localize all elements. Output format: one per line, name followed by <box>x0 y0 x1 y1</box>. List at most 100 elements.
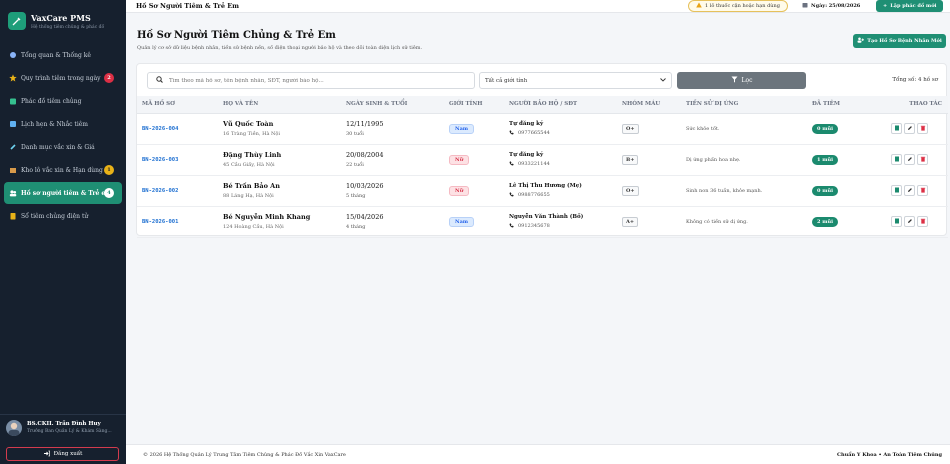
guardian-phone: 0988776655 <box>518 192 550 198</box>
column-header[interactable]: NHÓM MÁU <box>617 96 681 114</box>
blood-type: A+ <box>622 216 639 227</box>
allergy-history: Sức khỏe tốt. <box>686 125 720 132</box>
vaccination-book-button[interactable] <box>891 154 902 165</box>
table-row[interactable]: BN-2026-001 Bé Nguyễn Minh Khang 124 Hoàn… <box>137 206 948 237</box>
gender-badge: Nữ <box>449 185 470 196</box>
patient-records-card: Tất cả giới tính Lọc Tổng số: 4 hồ sơ MÃ… <box>136 63 948 238</box>
table-row[interactable]: BN-2026-004 Vũ Quốc Toàn 16 Tràng Tiền, H… <box>137 113 948 144</box>
row-actions <box>891 123 948 134</box>
dashboard-icon <box>8 51 17 60</box>
sidebar-item-e-book[interactable]: Sổ tiêm chủng điện tử <box>4 205 122 227</box>
table-row[interactable]: BN-2026-003 Đặng Thùy Linh 45 Cầu Giấy, H… <box>137 144 948 175</box>
column-header[interactable]: HỌ VÀ TÊN <box>218 96 341 114</box>
vaccination-book-button[interactable] <box>891 123 902 134</box>
patient-code[interactable]: BN-2026-001 <box>142 219 178 225</box>
user-profile[interactable]: BS.CKII. Trần Đình Huy Trưởng Ban Quản L… <box>0 414 126 440</box>
vaccination-book-button[interactable] <box>891 185 902 196</box>
add-patient-label: Tạo Hồ Sơ Bệnh Nhân Mới <box>867 38 942 44</box>
delete-button[interactable] <box>917 154 928 165</box>
current-date-text: Ngày: 25/08/2026 <box>811 3 861 9</box>
gender-badge: Nam <box>449 216 475 227</box>
edit-button[interactable] <box>904 216 915 227</box>
book-icon <box>894 125 900 133</box>
column-header[interactable]: THAO TÁC <box>886 96 948 114</box>
plus-icon: + <box>883 3 888 9</box>
row-actions <box>891 216 948 227</box>
sidebar: VaxCare PMS Hệ thống tiêm chủng & phác đ… <box>0 0 126 464</box>
edit-button[interactable] <box>904 185 915 196</box>
avatar <box>6 419 22 436</box>
vaccination-book-button[interactable] <box>891 216 902 227</box>
sidebar-item-label: Quy trình tiêm trong ngày <box>21 74 101 82</box>
table-row[interactable]: BN-2026-002 Bé Trần Bảo An 88 Láng Hạ, Hà… <box>137 175 948 206</box>
box-icon <box>8 166 17 175</box>
page-description: Quản lý cơ sở dữ liệu bệnh nhân, tiền sử… <box>137 45 423 51</box>
delete-button[interactable] <box>917 216 928 227</box>
users-icon <box>8 189 17 198</box>
blood-type: O+ <box>622 185 639 196</box>
delete-button[interactable] <box>917 185 928 196</box>
filter-button[interactable]: Lọc <box>677 72 806 89</box>
sidebar-item-patient-records[interactable]: Hồ sơ người tiêm & Trẻ em 4 <box>4 182 122 204</box>
gender-badge: Nữ <box>449 154 470 165</box>
new-schedule-label: Lập phác đồ mới <box>890 3 937 9</box>
patient-dob: 20/08/2004 <box>346 151 384 159</box>
brand-subtitle: Hệ thống tiêm chủng & phác đồ <box>31 24 105 30</box>
search-input[interactable] <box>169 77 459 84</box>
table-header-row: MÃ HỒ SƠ HỌ VÀ TÊN NGÀY SINH & TUỔI GIỚI… <box>137 96 948 114</box>
column-header[interactable]: MÃ HỒ SƠ <box>137 96 218 114</box>
doses-badge: 1 mũi <box>812 154 839 165</box>
sidebar-item-daily-process[interactable]: Quy trình tiêm trong ngày 2 <box>4 67 122 89</box>
phone-icon <box>509 129 514 137</box>
add-patient-button[interactable]: Tạo Hồ Sơ Bệnh Nhân Mới <box>853 34 946 48</box>
column-header[interactable]: NGÀY SINH & TUỔI <box>341 96 444 114</box>
count-badge: 4 <box>104 188 114 198</box>
gender-select[interactable]: Tất cả giới tính <box>479 72 672 89</box>
patient-dob: 10/03/2026 <box>346 182 384 190</box>
delete-button[interactable] <box>917 123 928 134</box>
logout-button[interactable]: Đăng xuất <box>6 447 119 461</box>
patient-name: Đặng Thùy Linh <box>223 151 282 159</box>
new-schedule-button[interactable]: + Lập phác đồ mới <box>876 0 944 12</box>
patient-address: 124 Hoàng Cầu, Hà Nội <box>223 224 284 230</box>
patient-code[interactable]: BN-2026-002 <box>142 188 178 194</box>
edit-button[interactable] <box>904 123 915 134</box>
row-actions <box>891 154 948 165</box>
column-header[interactable]: GIỚI TÍNH <box>444 96 504 114</box>
expiry-alert-pill[interactable]: 1 lô thuốc cận hoặc hạn dùng <box>688 0 788 12</box>
calendar-icon <box>802 2 808 10</box>
sidebar-item-dashboard[interactable]: Tổng quan & Thống kê <box>4 44 122 66</box>
book-icon <box>8 212 17 221</box>
patient-code[interactable]: BN-2026-004 <box>142 126 178 132</box>
brand[interactable]: VaxCare PMS Hệ thống tiêm chủng & phác đ… <box>0 0 126 34</box>
column-header[interactable]: TIỀN SỬ DỊ ỨNG <box>681 96 807 114</box>
chevron-down-icon <box>660 77 666 84</box>
edit-button[interactable] <box>904 154 915 165</box>
patient-address: 45 Cầu Giấy, Hà Nội <box>223 162 275 168</box>
doses-badge: 2 mũi <box>812 216 839 227</box>
trash-icon <box>920 156 926 164</box>
column-header[interactable]: NGƯỜI BẢO HỘ / SĐT <box>504 96 617 114</box>
sidebar-menu: Tổng quan & Thống kê Quy trình tiêm tron… <box>0 44 126 227</box>
phone-icon <box>509 160 514 168</box>
search-box[interactable] <box>147 72 475 89</box>
column-header[interactable]: ĐÃ TIÊM <box>807 96 886 114</box>
patient-table: MÃ HỒ SƠ HỌ VÀ TÊN NGÀY SINH & TUỔI GIỚI… <box>137 96 948 238</box>
sidebar-item-vaccine-catalog[interactable]: Danh mục vắc xin & Giá <box>4 136 122 158</box>
footer-copyright: © 2026 Hệ Thống Quản Lý Trung Tâm Tiêm C… <box>143 452 346 458</box>
sidebar-item-label: Lịch hẹn & Nhắc tiêm <box>21 120 88 128</box>
sidebar-item-label: Sổ tiêm chủng điện tử <box>21 212 89 220</box>
warning-icon <box>696 2 702 10</box>
sidebar-item-inventory[interactable]: Kho lô vắc xin & Hạn dùng 1 <box>4 159 122 181</box>
allergy-history: Dị ứng phấn hoa nhẹ. <box>686 156 741 163</box>
book-icon <box>894 187 900 195</box>
sidebar-item-label: Hồ sơ người tiêm & Trẻ em <box>21 189 112 197</box>
user-role: Trưởng Ban Quản Lý & Khám Sàng... <box>27 429 112 434</box>
sidebar-item-schedule[interactable]: Phác đồ tiêm chủng <box>4 90 122 112</box>
top-bar: Hồ Sơ Người Tiêm & Trẻ Em 1 lô thuốc cận… <box>126 0 950 13</box>
total-count: Tổng số: 4 hồ sơ <box>892 77 938 83</box>
sidebar-item-appointments[interactable]: Lịch hẹn & Nhắc tiêm <box>4 113 122 135</box>
patient-code[interactable]: BN-2026-003 <box>142 157 178 163</box>
guardian-name: Tự đăng ký <box>509 120 544 127</box>
phone-icon <box>509 222 514 230</box>
